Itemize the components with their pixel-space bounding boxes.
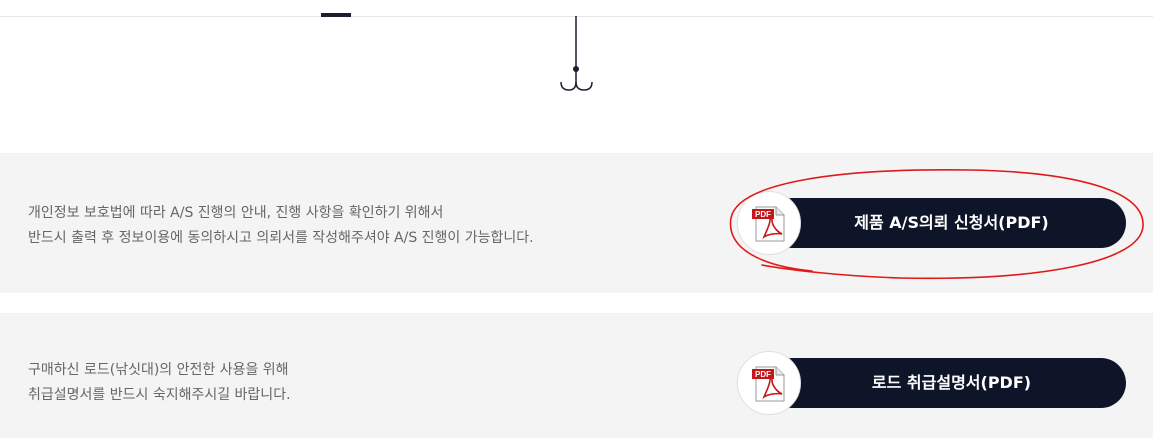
rod-manual-section: 구매하신 로드(낚싯대)의 안전한 사용을 위해 취급설명서를 반드시 숙지해주… <box>0 313 1153 438</box>
rod-manual-notice: 구매하신 로드(낚싯대)의 안전한 사용을 위해 취급설명서를 반드시 숙지해주… <box>28 358 291 408</box>
fishing-hook-icon <box>560 16 593 91</box>
as-request-pdf-button[interactable]: 제품 A/S의뢰 신청서(PDF) PDF <box>737 191 1126 255</box>
pdf-icon-badge[interactable]: PDF <box>737 191 801 255</box>
as-request-section: 개인정보 보호법에 따라 A/S 진행의 안내, 진행 사항을 확인하기 위해서… <box>0 153 1153 293</box>
pdf-icon-badge[interactable]: PDF <box>737 351 801 415</box>
notice-line: 구매하신 로드(낚싯대)의 안전한 사용을 위해 <box>28 362 289 378</box>
pdf-file-icon: PDF <box>752 206 785 242</box>
button-label[interactable]: 제품 A/S의뢰 신청서(PDF) <box>777 198 1126 248</box>
pdf-icon-text: PDF <box>755 370 771 379</box>
pdf-icon-text: PDF <box>755 210 771 219</box>
active-tab-indicator <box>321 13 351 17</box>
notice-line: 반드시 출력 후 정보이용에 동의하시고 의뢰서를 작성해주셔야 A/S 진행이… <box>28 230 534 246</box>
rod-manual-pdf-button[interactable]: 로드 취급설명서(PDF) PDF <box>737 351 1126 415</box>
pdf-file-icon: PDF <box>752 366 785 402</box>
notice-line: 취급설명서를 반드시 숙지해주시길 바랍니다. <box>28 387 291 403</box>
button-label[interactable]: 로드 취급설명서(PDF) <box>777 358 1126 408</box>
notice-line: 개인정보 보호법에 따라 A/S 진행의 안내, 진행 사항을 확인하기 위해서 <box>28 205 444 221</box>
as-request-notice: 개인정보 보호법에 따라 A/S 진행의 안내, 진행 사항을 확인하기 위해서… <box>28 201 534 251</box>
